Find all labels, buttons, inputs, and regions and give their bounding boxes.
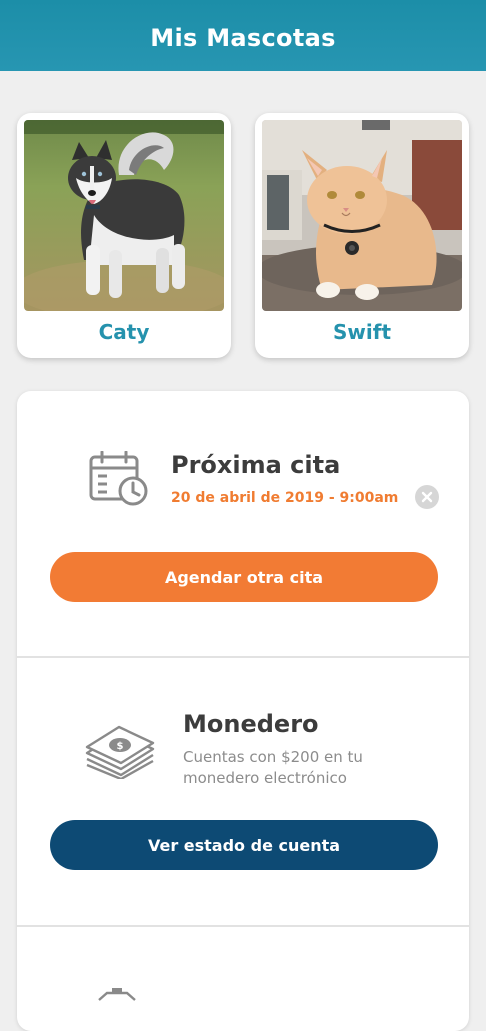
section-divider (17, 656, 469, 658)
money-stack-icon: $ (83, 721, 157, 783)
dashboard-card: Próxima cita 20 de abril de 2019 - 9:00a… (17, 391, 469, 1031)
partially-visible-icon (97, 987, 137, 1006)
appointment-title: Próxima cita (171, 451, 341, 479)
wallet-title: Monedero (183, 710, 319, 738)
wallet-description: Cuentas con $200 en tu monedero electrón… (183, 748, 363, 787)
schedule-appointment-button[interactable]: Agendar otra cita (50, 552, 438, 602)
pet-name-caty: Caty (98, 320, 150, 344)
page-title: Mis Mascotas (150, 23, 336, 52)
view-account-statement-button[interactable]: Ver estado de cuenta (50, 820, 438, 870)
calendar-clock-icon (89, 450, 149, 511)
husky-dog-photo (24, 120, 224, 311)
svg-text:$: $ (117, 741, 124, 752)
pet-name-swift: Swift (333, 320, 391, 344)
appointment-date: 20 de abril de 2019 - 9:00am (171, 490, 399, 506)
pet-card-caty[interactable]: Caty (17, 113, 231, 358)
close-circle-icon[interactable] (415, 485, 439, 509)
view-account-statement-label: Ver estado de cuenta (147, 835, 341, 855)
schedule-appointment-label: Agendar otra cita (164, 567, 324, 587)
pet-card-swift[interactable]: Swift (255, 113, 469, 358)
orange-cat-photo (262, 120, 462, 311)
section-divider (17, 925, 469, 927)
app-header: Mis Mascotas (0, 0, 486, 71)
